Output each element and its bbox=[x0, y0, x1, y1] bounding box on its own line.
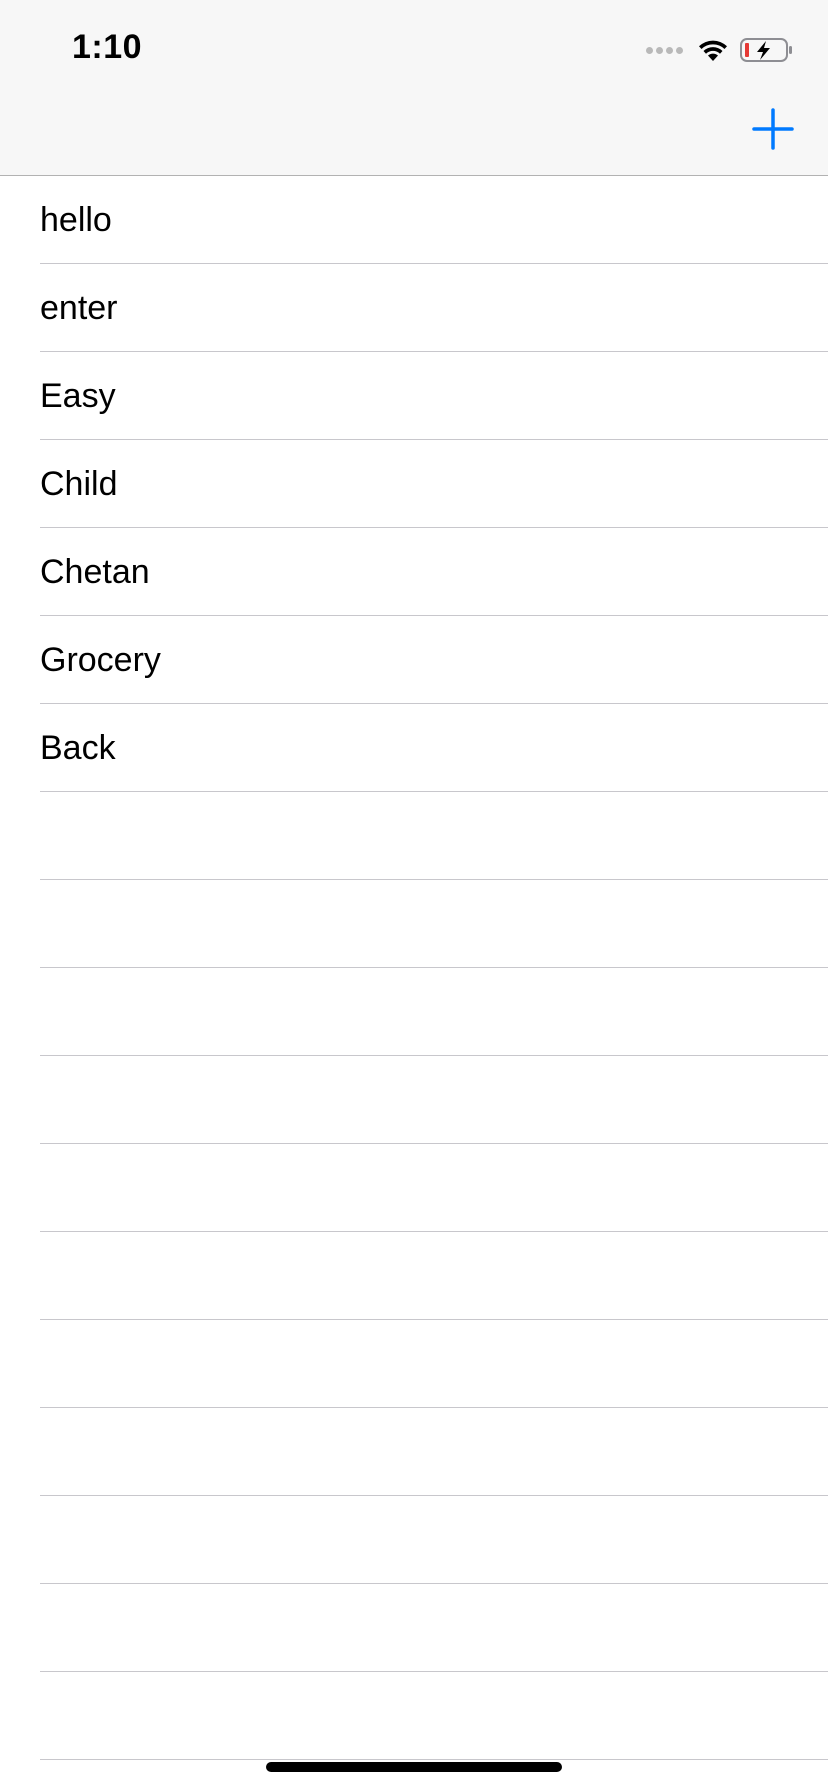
table-row[interactable]: Grocery bbox=[0, 616, 828, 704]
table-row[interactable]: Easy bbox=[0, 352, 828, 440]
empty-row bbox=[0, 1144, 828, 1232]
table-row[interactable]: hello bbox=[0, 176, 828, 264]
row-label: Chetan bbox=[40, 553, 150, 591]
empty-row bbox=[0, 968, 828, 1056]
row-label: Child bbox=[40, 465, 118, 503]
empty-row bbox=[0, 1408, 828, 1496]
table-row[interactable]: Back bbox=[0, 704, 828, 792]
table-row[interactable]: Chetan bbox=[0, 528, 828, 616]
empty-row bbox=[0, 1232, 828, 1320]
row-label: Back bbox=[40, 729, 116, 767]
row-label: Easy bbox=[40, 377, 116, 415]
status-icons bbox=[646, 34, 794, 66]
plus-icon[interactable] bbox=[750, 106, 796, 152]
status-time: 1:10 bbox=[72, 28, 143, 66]
table-row[interactable]: Child bbox=[0, 440, 828, 528]
home-indicator[interactable] bbox=[266, 1762, 562, 1772]
battery-charging-icon bbox=[740, 38, 792, 62]
empty-row bbox=[0, 1496, 828, 1584]
screen: 1:10 hello enter Easy Child Chetan Groce… bbox=[0, 0, 828, 1792]
empty-row bbox=[0, 880, 828, 968]
row-label: enter bbox=[40, 289, 118, 327]
row-label: hello bbox=[40, 201, 112, 239]
navigation-bar: 1:10 bbox=[0, 0, 828, 176]
empty-row bbox=[0, 1320, 828, 1408]
empty-row bbox=[0, 1056, 828, 1144]
items-table: hello enter Easy Child Chetan Grocery Ba… bbox=[0, 176, 828, 1760]
table-row[interactable]: enter bbox=[0, 264, 828, 352]
empty-row bbox=[0, 792, 828, 880]
cellular-signal-icon bbox=[646, 46, 686, 54]
wifi-icon bbox=[699, 40, 727, 61]
row-label: Grocery bbox=[40, 641, 161, 679]
empty-row bbox=[0, 1672, 828, 1760]
empty-row bbox=[0, 1584, 828, 1672]
